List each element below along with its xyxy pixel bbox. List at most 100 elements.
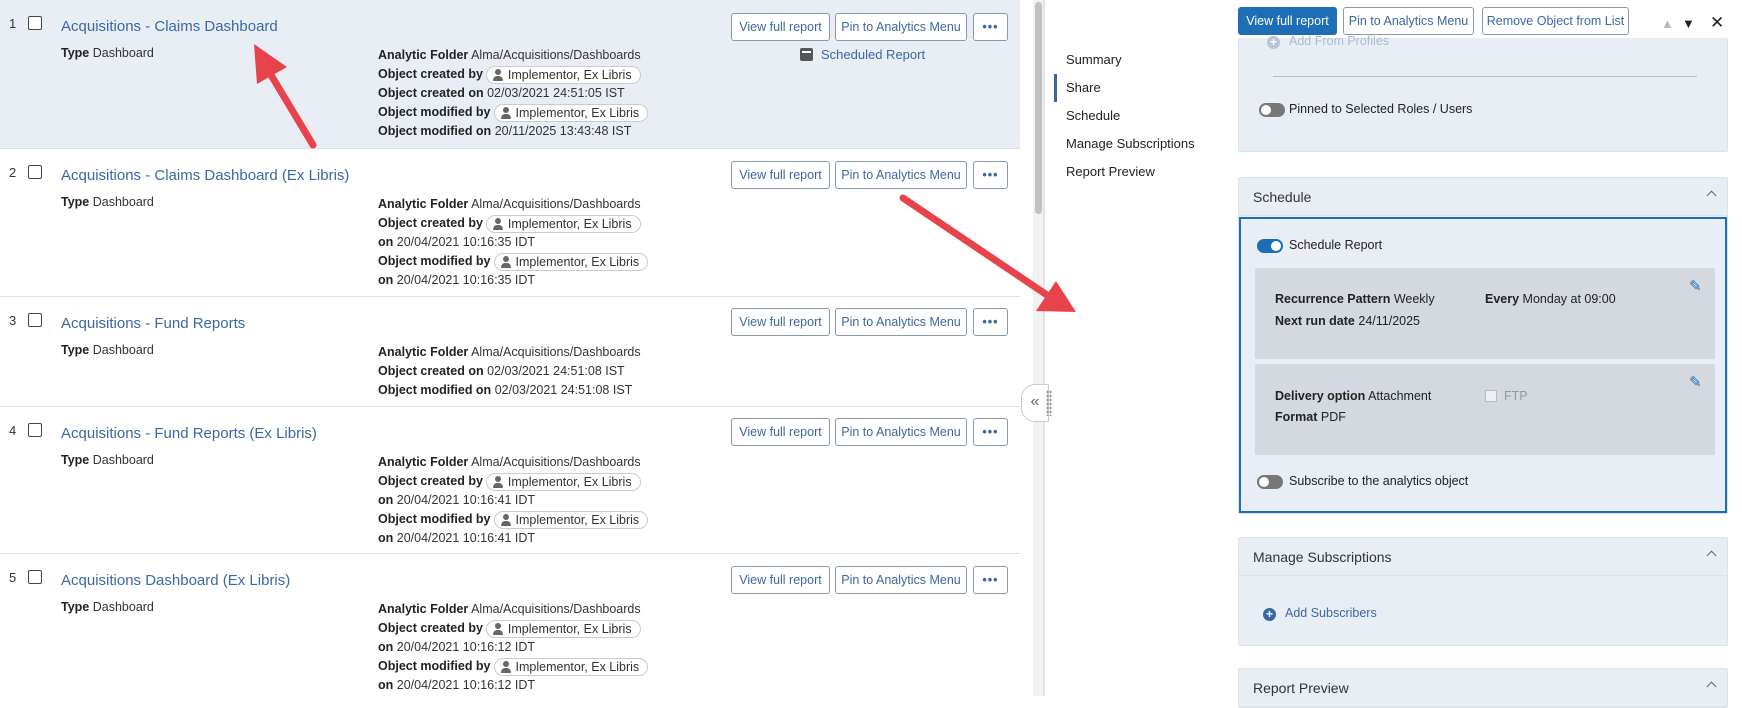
row-checkbox[interactable] <box>28 16 42 30</box>
manage-subscriptions-header[interactable]: Manage Subscriptions <box>1239 538 1727 576</box>
view-full-report-button[interactable]: View full report <box>731 418 830 446</box>
user-icon <box>499 513 513 527</box>
user-chip[interactable]: Implementor, Ex Libris <box>485 214 641 233</box>
chevron-up-icon[interactable] <box>1706 190 1717 201</box>
row-number: 2 <box>9 165 17 180</box>
more-actions-button[interactable]: ••• <box>973 161 1008 189</box>
view-full-report-button[interactable]: View full report <box>731 161 830 189</box>
row-number: 3 <box>9 313 17 328</box>
scheduled-report-link[interactable]: Scheduled Report <box>800 47 925 62</box>
report-preview-header[interactable]: Report Preview <box>1239 669 1727 707</box>
row-metadata: Analytic Folder Alma/Acquisitions/Dashbo… <box>378 600 649 695</box>
schedule-body: Schedule Report ✎ Recurrence Pattern Wee… <box>1239 217 1727 513</box>
delivery-subcard: ✎ Delivery option Attachment FTP Format … <box>1255 364 1715 455</box>
user-chip[interactable]: Implementor, Ex Libris <box>485 619 641 638</box>
chevron-up-icon[interactable] <box>1706 550 1717 561</box>
view-full-report-button[interactable]: View full report <box>1238 7 1337 35</box>
ftp-checkbox[interactable]: FTP <box>1485 389 1528 403</box>
nav-manage-subscriptions[interactable]: Manage Subscriptions <box>1054 130 1224 158</box>
view-full-report-button[interactable]: View full report <box>731 566 830 594</box>
user-icon <box>491 217 505 231</box>
user-chip[interactable]: Implementor, Ex Libris <box>493 103 649 122</box>
result-row[interactable]: 5 Acquisitions Dashboard (Ex Libris) Typ… <box>0 554 1020 696</box>
nav-report-preview[interactable]: Report Preview <box>1054 158 1224 186</box>
user-icon <box>499 255 513 269</box>
user-icon <box>499 106 513 120</box>
nav-share[interactable]: Share <box>1054 74 1224 102</box>
more-actions-button[interactable]: ••• <box>973 566 1008 594</box>
share-card: + Add From Profiles Pinned to Selected Ro… <box>1238 34 1728 152</box>
row-type: Type Dashboard <box>61 453 154 467</box>
row-title-link[interactable]: Acquisitions Dashboard (Ex Libris) <box>61 572 290 589</box>
pin-to-analytics-menu-button[interactable]: Pin to Analytics Menu <box>1343 7 1474 35</box>
pin-to-analytics-menu-button[interactable]: Pin to Analytics Menu <box>835 418 967 446</box>
pin-to-analytics-menu-button[interactable]: Pin to Analytics Menu <box>835 161 967 189</box>
nav-summary[interactable]: Summary <box>1054 46 1224 74</box>
report-preview-card: Report Preview <box>1238 668 1728 708</box>
schedule-report-label: Schedule Report <box>1289 238 1383 252</box>
row-metadata: Analytic Folder Alma/Acquisitions/Dashbo… <box>378 345 641 397</box>
subscribe-label: Subscribe to the analytics object <box>1289 474 1469 488</box>
pane-divider <box>1043 0 1045 696</box>
pinned-roles-label: Pinned to Selected Roles / Users <box>1289 102 1473 116</box>
row-checkbox[interactable] <box>28 570 42 584</box>
pinned-roles-toggle[interactable] <box>1259 103 1285 117</box>
user-chip[interactable]: Implementor, Ex Libris <box>493 252 649 271</box>
view-full-report-button[interactable]: View full report <box>731 13 830 41</box>
row-checkbox[interactable] <box>28 313 42 327</box>
row-checkbox[interactable] <box>28 423 42 437</box>
divider <box>1273 76 1697 77</box>
more-actions-button[interactable]: ••• <box>973 308 1008 336</box>
row-title-link[interactable]: Acquisitions - Claims Dashboard <box>61 18 278 35</box>
close-icon[interactable]: ✕ <box>1710 13 1724 33</box>
user-icon <box>491 622 505 636</box>
row-title-link[interactable]: Acquisitions - Fund Reports (Ex Libris) <box>61 425 317 442</box>
add-subscribers-link[interactable]: + Add Subscribers <box>1263 606 1377 621</box>
user-chip[interactable]: Implementor, Ex Libris <box>493 657 649 676</box>
subscribe-toggle[interactable] <box>1257 475 1283 489</box>
details-section-nav: Summary Share Schedule Manage Subscripti… <box>1054 46 1224 186</box>
chevron-up-icon[interactable] <box>1706 681 1717 692</box>
schedule-report-toggle[interactable] <box>1257 239 1283 253</box>
results-list: 1 Acquisitions - Claims Dashboard Type D… <box>0 0 1020 696</box>
user-chip[interactable]: Implementor, Ex Libris <box>493 510 649 529</box>
result-row[interactable]: 4 Acquisitions - Fund Reports (Ex Libris… <box>0 407 1020 554</box>
edit-pencil-icon[interactable]: ✎ <box>1689 375 1703 390</box>
result-row[interactable]: 1 Acquisitions - Claims Dashboard Type D… <box>0 0 1020 149</box>
edit-pencil-icon[interactable]: ✎ <box>1689 279 1703 294</box>
row-metadata: Analytic Folder Alma/Acquisitions/Dashbo… <box>378 453 649 548</box>
manage-subscriptions-title: Manage Subscriptions <box>1253 549 1392 565</box>
next-down-icon[interactable]: ▼ <box>1682 16 1695 31</box>
result-row[interactable]: 3 Acquisitions - Fund Reports Type Dashb… <box>0 297 1020 407</box>
row-metadata: Analytic Folder Alma/Acquisitions/Dashbo… <box>378 46 649 141</box>
result-row[interactable]: 2 Acquisitions - Claims Dashboard (Ex Li… <box>0 149 1020 297</box>
recurrence-subcard: ✎ Recurrence Pattern Weekly Every Monday… <box>1255 268 1715 359</box>
row-metadata: Analytic Folder Alma/Acquisitions/Dashbo… <box>378 195 649 290</box>
user-chip[interactable]: Implementor, Ex Libris <box>485 65 641 84</box>
row-title-link[interactable]: Acquisitions - Fund Reports <box>61 315 245 332</box>
resize-handle-icon[interactable] <box>1046 390 1052 416</box>
schedule-title: Schedule <box>1253 189 1312 205</box>
user-chip[interactable]: Implementor, Ex Libris <box>485 472 641 491</box>
view-full-report-button[interactable]: View full report <box>731 308 830 336</box>
collapse-panel-button[interactable]: « <box>1021 384 1049 422</box>
row-title-link[interactable]: Acquisitions - Claims Dashboard (Ex Libr… <box>61 167 349 184</box>
row-checkbox[interactable] <box>28 165 42 179</box>
nav-schedule[interactable]: Schedule <box>1054 102 1224 130</box>
pin-to-analytics-menu-button[interactable]: Pin to Analytics Menu <box>835 13 967 41</box>
more-actions-button[interactable]: ••• <box>973 418 1008 446</box>
row-type: Type Dashboard <box>61 195 154 209</box>
schedule-card: Schedule Schedule Report ✎ Recurrence Pa… <box>1238 177 1728 514</box>
report-preview-title: Report Preview <box>1253 680 1349 696</box>
row-number: 5 <box>9 570 17 585</box>
manage-subscriptions-card: Manage Subscriptions + Add Subscribers <box>1238 537 1728 646</box>
scrollbar-thumb[interactable] <box>1035 2 1042 214</box>
pin-to-analytics-menu-button[interactable]: Pin to Analytics Menu <box>835 566 967 594</box>
add-from-profiles-link[interactable]: + Add From Profiles <box>1267 34 1389 49</box>
user-icon <box>499 660 513 674</box>
previous-up-icon[interactable]: ▲ <box>1661 16 1674 31</box>
remove-object-from-list-button[interactable]: Remove Object from List <box>1482 7 1629 35</box>
schedule-header[interactable]: Schedule <box>1239 178 1727 216</box>
more-actions-button[interactable]: ••• <box>973 13 1008 41</box>
pin-to-analytics-menu-button[interactable]: Pin to Analytics Menu <box>835 308 967 336</box>
